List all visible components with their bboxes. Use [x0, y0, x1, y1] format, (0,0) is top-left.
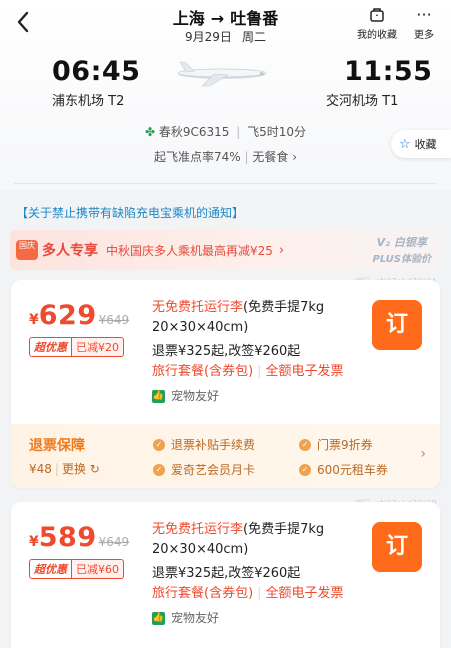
offer-price: ¥589 ¥649: [29, 522, 129, 553]
thumbs-up-icon: 👍: [152, 611, 165, 625]
date-text: 9月29日: [185, 30, 232, 44]
offer-card[interactable]: ¥589 ¥649 超优惠 已减¥60 无免费托运行李(免费手提7kg 20×30…: [11, 502, 440, 648]
chevron-right-icon[interactable]: ›: [420, 446, 426, 462]
flight-extra-info[interactable]: 起飞准点率74% | 无餐食 ›: [0, 148, 451, 165]
ontime-rate: 起飞准点率74%: [153, 150, 241, 164]
pet-friendly: 👍 宠物友好: [152, 608, 362, 628]
arrive-airport: 交河机场 T1: [326, 94, 399, 109]
discount-amount: 已减¥60: [71, 559, 124, 579]
meal-info: 无餐食 ›: [252, 150, 297, 164]
arrive-time: 11:55: [344, 56, 433, 87]
offer-details: 无免费托运行李(免费手提7kg 20×30×40cm) 退票¥325起,改签¥2…: [152, 520, 362, 628]
invoice-label: 全额电子发票: [265, 364, 344, 379]
guarantee-item: ✓ 退票补贴手续费: [153, 436, 255, 453]
guarantee-item-text: 门票9折券: [317, 438, 373, 452]
guarantee-item-text: 退票补贴手续费: [171, 438, 256, 452]
guarantee-price: ¥48 | 更换 ↻: [29, 462, 100, 476]
package-label: 旅行套餐(含券包): [152, 586, 254, 601]
book-button[interactable]: 订: [372, 522, 422, 572]
offer-price: ¥629 ¥649: [29, 300, 129, 331]
refresh-icon: ↻: [89, 462, 100, 476]
airline-flight-no: 春秋9C6315: [158, 125, 230, 139]
origin-city: 上海: [172, 9, 205, 28]
check-icon: ✓: [299, 438, 311, 451]
super-deal-label: 超优惠: [29, 337, 71, 357]
destination-city: 吐鲁番: [230, 9, 279, 28]
promo-title: 多人专享: [42, 243, 98, 259]
pet-label: 宠物友好: [171, 611, 220, 625]
collect-label: 收藏: [414, 138, 437, 151]
guarantee-title: 退票保障: [29, 438, 85, 454]
check-icon: ✓: [153, 463, 165, 476]
change-button[interactable]: 更换: [62, 462, 86, 476]
airline-logo-icon: ✤: [144, 125, 156, 139]
guarantee-item-text: 600元租车券: [317, 463, 388, 477]
chevron-right-icon: ›: [278, 242, 285, 258]
offer-card[interactable]: ¥629 ¥649 超优惠 已减¥20 无免费托运行李(免费手提7kg 20×30…: [11, 280, 440, 488]
guarantee-item: ✓ 门票9折券: [299, 436, 373, 453]
discount-amount: 已减¥20: [71, 337, 124, 357]
holiday-badge-text: 国庆: [19, 241, 35, 250]
weekday-text: 周二: [241, 30, 266, 44]
currency-symbol: ¥: [29, 312, 39, 328]
pet-friendly: 👍 宠物友好: [152, 386, 362, 406]
notice-link[interactable]: 【关于禁止携带有缺陷充电宝乘机的通知】: [16, 204, 244, 221]
book-button[interactable]: 订: [372, 300, 422, 350]
flight-duration: 飞5时10分: [247, 125, 307, 139]
package-info: 旅行套餐(含券包) | 全额电子发票: [152, 586, 344, 601]
luggage-info: 无免费托运行李: [152, 300, 244, 315]
offer-details: 无免费托运行李(免费手提7kg 20×30×40cm) 退票¥325起,改签¥2…: [152, 298, 362, 406]
airplane-icon: [172, 52, 272, 92]
discount-tag: 超优惠 已减¥20: [29, 337, 124, 357]
depart-airport: 浦东机场 T2: [52, 94, 125, 109]
check-icon: ✓: [153, 438, 165, 451]
guarantee-item-text: 爱奇艺会员月卡: [171, 463, 256, 477]
favorites-label: 我的收藏: [357, 30, 397, 41]
refund-info: 退票¥325起,改签¥260起: [152, 566, 301, 581]
pet-label: 宠物友好: [171, 389, 220, 403]
more-dots-icon: ···: [416, 5, 432, 24]
refund-guarantee[interactable]: 退票保障 ¥48 | 更换 ↻ ✓ 退票补贴手续费 ✓ 门票9折券 ✓ 爱奇艺会员月卡 ✓…: [11, 424, 440, 488]
holiday-badge-icon: 国庆: [16, 240, 38, 260]
super-deal-label: 超优惠: [29, 559, 71, 579]
plus-member-badge: V₂ 白银享 PLUS体验价: [373, 234, 431, 265]
collect-button[interactable]: ☆ 收藏: [391, 130, 451, 158]
route-arrow-icon: →: [210, 9, 225, 28]
favorites-box-icon: [357, 6, 397, 24]
star-icon: ☆: [399, 136, 411, 152]
price-value: 589: [38, 522, 97, 553]
promo-text: 中秋国庆多人乘机最高再减¥25: [106, 243, 273, 258]
thumbs-up-icon: 👍: [152, 389, 165, 403]
invoice-label: 全额电子发票: [265, 586, 344, 601]
more-label: 更多: [414, 30, 434, 41]
flight-info: ✤ 春秋9C6315 | 飞5时10分: [144, 125, 307, 139]
refund-info: 退票¥325起,改签¥260起: [152, 344, 301, 359]
package-info: 旅行套餐(含券包) | 全额电子发票: [152, 364, 344, 379]
luggage-info: 无免费托运行李: [152, 522, 244, 537]
guarantee-item: ✓ 爱奇艺会员月卡: [153, 461, 255, 478]
divider: [14, 183, 437, 184]
my-favorites-button[interactable]: 我的收藏: [357, 6, 397, 41]
discount-tag: 超优惠 已减¥60: [29, 559, 124, 579]
price-value: 629: [38, 300, 97, 331]
depart-time: 06:45: [52, 56, 141, 87]
original-price: ¥649: [98, 535, 130, 549]
plus-line2: PLUS体验价: [372, 254, 431, 265]
flight-header: 上海 → 吐鲁番 9月29日 周二 我的收藏 ··· 更多 06:45 浦东机场 T2…: [0, 0, 451, 190]
package-label: 旅行套餐(含券包): [152, 364, 254, 379]
plus-line1: V₂ 白银享: [376, 236, 427, 249]
check-icon: ✓: [299, 463, 311, 476]
original-price: ¥649: [98, 313, 130, 327]
more-button[interactable]: ··· 更多: [414, 5, 434, 42]
promo-banner[interactable]: 国庆 多人专享 中秋国庆多人乘机最高再减¥25 › V₂ 白银享 PLUS体验价: [10, 230, 441, 270]
guarantee-item: ✓ 600元租车券: [299, 461, 388, 478]
guarantee-price-value: ¥48: [29, 462, 52, 476]
currency-symbol: ¥: [29, 534, 39, 550]
